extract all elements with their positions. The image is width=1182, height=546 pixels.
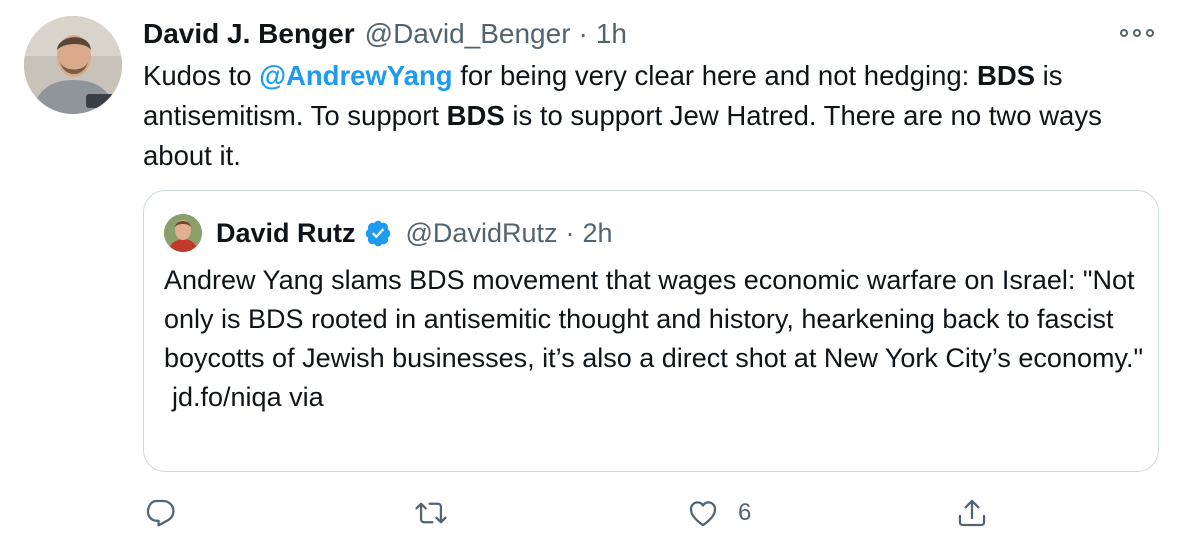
- more-horizontal-icon: [1133, 29, 1141, 37]
- quoted-tweet-text: Andrew Yang slams BDS movement that wage…: [164, 261, 1144, 417]
- tweet-header: David J. Benger @David_Benger · 1h: [143, 14, 627, 54]
- quoted-tweet[interactable]: David Rutz @DavidRutz · 2h Andrew Yang s…: [143, 190, 1159, 472]
- author-avatar[interactable]: [24, 16, 122, 114]
- author-name[interactable]: David J. Benger: [143, 18, 355, 50]
- more-options-button[interactable]: [1116, 20, 1158, 46]
- quoted-header-separator: ·: [565, 217, 575, 248]
- reply-button[interactable]: [143, 490, 177, 536]
- tweet-text-bold: BDS: [976, 60, 1036, 91]
- retweet-icon: [415, 502, 447, 524]
- quoted-author-name[interactable]: David Rutz: [216, 218, 356, 249]
- more-horizontal-icon: [1146, 29, 1154, 37]
- tweet-text-bold: BDS: [446, 100, 505, 131]
- heart-icon: [689, 501, 717, 527]
- reply-icon: [146, 499, 175, 527]
- tweet-text-segment: for being very clear here and not hedgin…: [452, 60, 977, 91]
- retweet-button[interactable]: [414, 490, 448, 536]
- share-icon: [958, 499, 986, 527]
- like-button[interactable]: 6: [686, 490, 751, 536]
- tweet-text: Kudos to @AndrewYang for being very clea…: [143, 56, 1143, 176]
- quoted-tweet-link[interactable]: jd.fo/niqa via: [164, 378, 1144, 417]
- quoted-tweet-header: David Rutz @DavidRutz · 2h: [164, 213, 613, 253]
- quoted-tweet-body: Andrew Yang slams BDS movement that wage…: [164, 265, 1144, 373]
- tweet-actions: 6: [0, 490, 1182, 536]
- share-button[interactable]: [955, 490, 989, 536]
- quoted-tweet-timestamp[interactable]: 2h: [582, 218, 612, 249]
- tweet-timestamp[interactable]: 1h: [596, 18, 627, 50]
- quoted-author-avatar-image: [164, 214, 202, 252]
- author-avatar-image: [24, 16, 122, 114]
- tweet-text-segment: Kudos to: [143, 60, 260, 91]
- author-handle[interactable]: @David_Benger: [365, 18, 571, 50]
- quoted-author-avatar[interactable]: [164, 214, 202, 252]
- mention-link[interactable]: @AndrewYang: [259, 60, 452, 91]
- verified-badge-icon: [365, 220, 390, 247]
- more-horizontal-icon: [1120, 29, 1128, 37]
- like-count: 6: [738, 499, 752, 526]
- header-separator: ·: [578, 18, 588, 49]
- quoted-author-handle[interactable]: @DavidRutz: [406, 218, 558, 249]
